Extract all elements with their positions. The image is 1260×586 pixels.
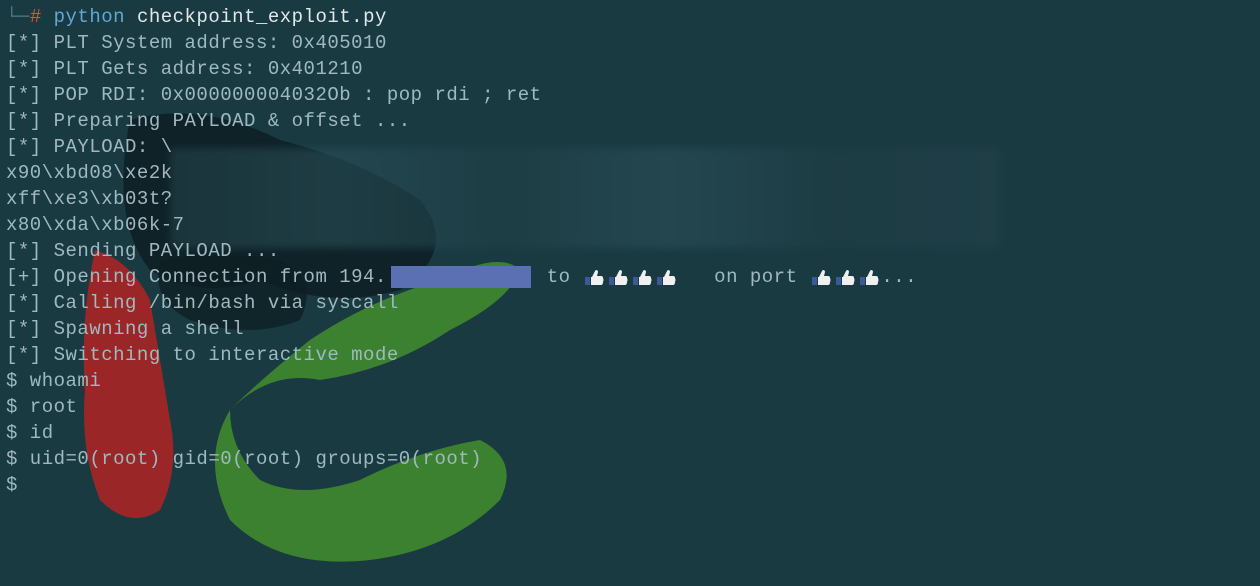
shell-line: $ uid=0(root) gid=0(root) groups=0(root) bbox=[6, 446, 1254, 472]
ip-redaction bbox=[391, 266, 531, 288]
prompt-dash: └─ bbox=[6, 6, 30, 28]
output-line: [*] Spawning a shell bbox=[6, 316, 1254, 342]
thumb-icon bbox=[858, 267, 880, 287]
connection-line: [+] Opening Connection from 194. to on p… bbox=[6, 264, 1254, 290]
thumb-icon bbox=[655, 267, 677, 287]
thumb-icon bbox=[810, 267, 832, 287]
command-line: └─# python checkpoint_exploit.py bbox=[6, 4, 1254, 30]
thumb-icon bbox=[631, 267, 653, 287]
conn-text-a: [+] Opening Connection from 194. bbox=[6, 266, 387, 288]
output-line: [*] Sending PAYLOAD ... bbox=[6, 238, 1254, 264]
prompt-hash: # bbox=[30, 6, 42, 28]
conn-text-c: on port bbox=[678, 266, 809, 288]
output-line: [*] PLT System address: 0x405010 bbox=[6, 30, 1254, 56]
shell-line: $ id bbox=[6, 420, 1254, 446]
output-line: xff\xe3\xb03t? bbox=[6, 186, 1254, 212]
output-line: [*] PLT Gets address: 0x401210 bbox=[6, 56, 1254, 82]
output-line: x80\xda\xb06k-7 bbox=[6, 212, 1254, 238]
output-line: [*] Preparing PAYLOAD & offset ... bbox=[6, 108, 1254, 134]
thumb-icon bbox=[834, 267, 856, 287]
shell-line: $ whoami bbox=[6, 368, 1254, 394]
conn-text-d: ... bbox=[881, 266, 917, 288]
script-name: checkpoint_exploit.py bbox=[137, 6, 387, 28]
shell-prompt[interactable]: $ bbox=[6, 472, 1254, 498]
output-line: [*] PAYLOAD: \ bbox=[6, 134, 1254, 160]
thumb-icon bbox=[607, 267, 629, 287]
conn-text-b: to bbox=[535, 266, 583, 288]
shell-line: $ root bbox=[6, 394, 1254, 420]
terminal-output: └─# python checkpoint_exploit.py [*] PLT… bbox=[0, 0, 1260, 502]
python-keyword: python bbox=[54, 6, 125, 28]
thumb-icon bbox=[583, 267, 605, 287]
output-line: x90\xbd08\xe2k bbox=[6, 160, 1254, 186]
output-line: [*] Calling /bin/bash via syscall bbox=[6, 290, 1254, 316]
output-line: [*] Switching to interactive mode bbox=[6, 342, 1254, 368]
output-line: [*] POP RDI: 0x000000004032Ob : pop rdi … bbox=[6, 82, 1254, 108]
